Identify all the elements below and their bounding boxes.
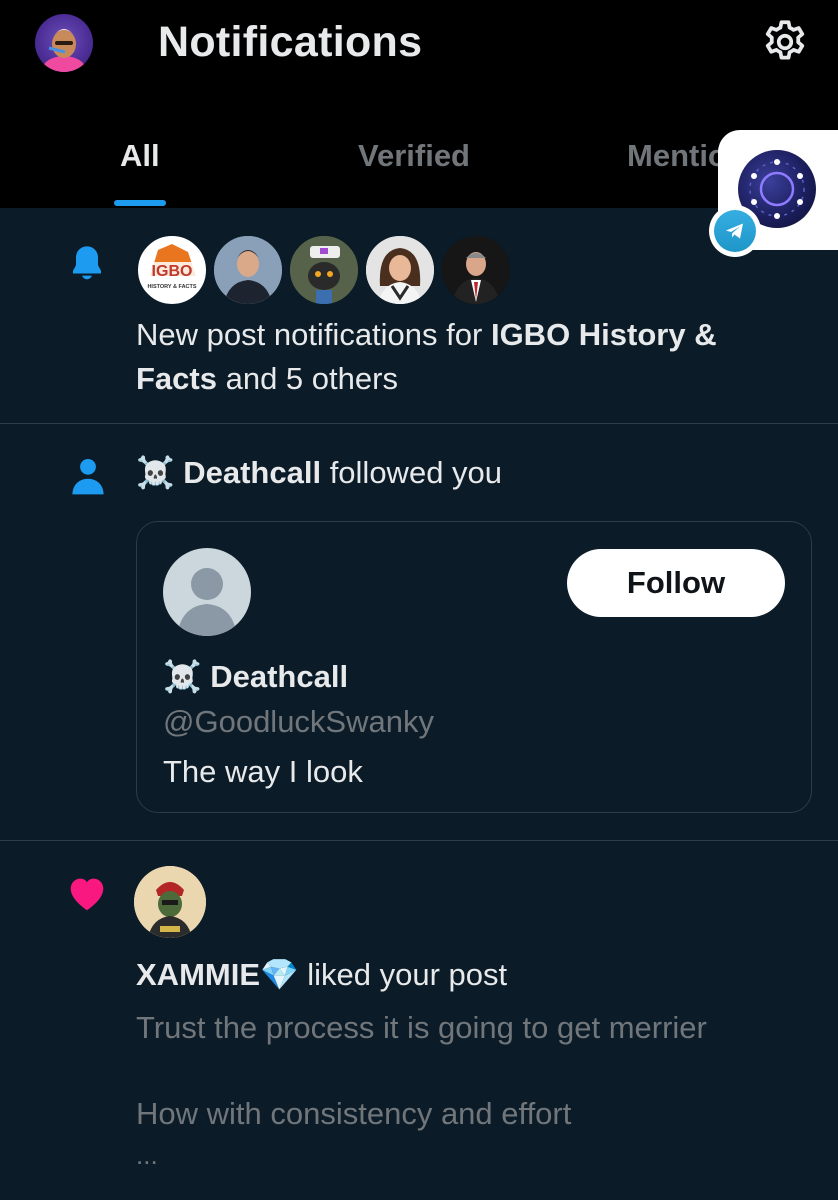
skull-icon: ☠️: [136, 455, 175, 491]
notification-text: XAMMIE💎 liked your post: [136, 953, 507, 997]
account-name[interactable]: IGBO History &: [491, 317, 717, 352]
post-preview-line: How with consistency and effort: [136, 1096, 572, 1131]
active-tab-indicator: [114, 200, 166, 206]
tab-all[interactable]: All: [120, 138, 160, 174]
user-handle: @GoodluckSwanky: [163, 704, 434, 739]
tab-mentions[interactable]: Mentions: [627, 138, 727, 174]
notification-text: ☠️ Deathcall followed you: [136, 451, 502, 495]
page-title: Notifications: [158, 18, 423, 66]
telegram-badge[interactable]: [709, 205, 761, 257]
post-preview-line: Trust the process it is going to get mer…: [136, 1010, 707, 1045]
user-name-text: Deathcall: [210, 659, 349, 694]
action-text: liked your post: [298, 957, 508, 992]
notification-tabs: All Verified Mentions: [0, 118, 838, 208]
actor-name[interactable]: Deathcall: [183, 455, 321, 490]
post-more: ...: [136, 1140, 158, 1170]
avatar[interactable]: [134, 866, 206, 938]
person-icon: [72, 458, 104, 495]
account-name[interactable]: Facts: [136, 361, 217, 396]
svg-text:IGBO: IGBO: [152, 263, 193, 280]
top-app-bar: Notifications All Verified Mentions: [0, 0, 838, 208]
avatar[interactable]: [163, 548, 251, 636]
avatar[interactable]: [35, 14, 93, 72]
avatar[interactable]: IGBO HISTORY & FACTS: [136, 234, 208, 306]
divider: [0, 840, 838, 841]
svg-text:HISTORY & FACTS: HISTORY & FACTS: [147, 284, 196, 290]
bell-icon: [73, 246, 101, 280]
avatar[interactable]: [288, 234, 360, 306]
follow-button[interactable]: Follow: [567, 549, 785, 617]
avatar[interactable]: [364, 234, 436, 306]
skull-icon: ☠️: [163, 659, 202, 695]
user-card[interactable]: Follow ☠️ Deathcall @GoodluckSwanky The …: [136, 521, 812, 813]
action-text: followed you: [321, 455, 503, 490]
text-prefix: New post notifications for: [136, 317, 491, 352]
divider: [0, 423, 838, 424]
avatar[interactable]: [440, 234, 512, 306]
settings-button[interactable]: [760, 17, 810, 67]
avatar[interactable]: [212, 234, 284, 306]
telegram-icon: [714, 210, 756, 252]
user-bio: The way I look: [163, 754, 363, 789]
gear-icon: [765, 20, 805, 60]
text-suffix: and 5 others: [216, 361, 398, 396]
actor-name[interactable]: XAMMIE💎: [136, 957, 299, 992]
heart-icon: [70, 878, 104, 911]
notification-text: New post notifications for IGBO History …: [136, 313, 796, 401]
tab-verified[interactable]: Verified: [358, 138, 470, 174]
user-name[interactable]: ☠️ Deathcall: [163, 658, 348, 695]
